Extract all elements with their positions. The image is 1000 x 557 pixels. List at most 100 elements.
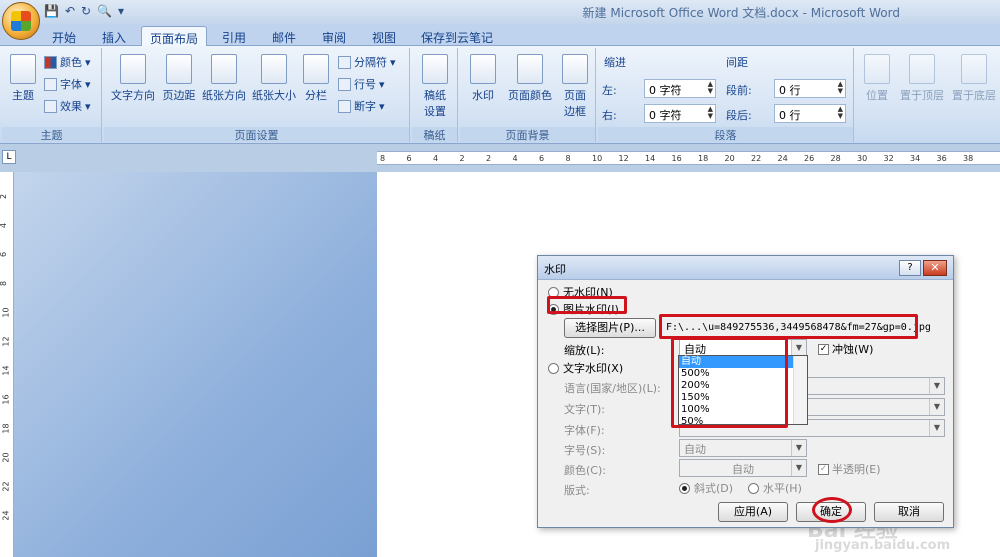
position-button[interactable]: 位置 — [860, 54, 894, 103]
washout-checkbox[interactable]: ✓ 冲蚀(W) — [818, 341, 873, 357]
bring-to-front-button[interactable]: 置于顶层 — [896, 54, 948, 103]
ruler-tick: 24 — [777, 154, 788, 163]
spinner-arrows-icon[interactable]: ▲ ▼ — [838, 106, 843, 120]
ruler-tick: 16 — [671, 154, 682, 163]
tab-insert[interactable]: 插入 — [92, 26, 136, 46]
horizontal-ruler[interactable]: 8 6 4 2 2 4 6 8 10 12 14 16 18 20 22 24 26 28 30 32 34 36 38 — [377, 151, 1000, 165]
hyphenation-icon — [338, 99, 351, 113]
text-watermark-radio[interactable]: 文字水印(X) — [548, 360, 623, 376]
page-borders-icon — [562, 54, 588, 84]
chevron-down-icon[interactable]: ▼ — [929, 420, 944, 436]
themes-icon — [10, 54, 36, 84]
chevron-down-icon[interactable]: ▼ — [791, 340, 806, 356]
group-paragraph: 缩进 左: 0 字符 ▲ ▼ 右: 0 字符 ▲ ▼ 间距 段前: 0 行 ▲ ▼ 段后: … — [598, 48, 854, 142]
chevron-down-icon[interactable]: ▼ — [791, 440, 806, 456]
baidu-watermark-url: jingyan.baidu.com — [815, 538, 951, 553]
apply-button[interactable]: 应用(A) — [718, 502, 788, 522]
ruler-tick: 2 — [486, 154, 492, 163]
columns-button[interactable]: 分栏 — [302, 54, 330, 103]
ruler-tick: 8 — [380, 154, 386, 163]
tab-mailings[interactable]: 邮件 — [262, 26, 306, 46]
size-button[interactable]: 纸张大小 — [250, 54, 298, 103]
tab-cloud-notes[interactable]: 保存到云笔记 — [412, 26, 502, 46]
breaks-button[interactable]: 分隔符 ▾ — [338, 54, 396, 70]
semitransparent-checkbox[interactable]: ✓ 半透明(E) — [818, 461, 881, 477]
horizontal-radio[interactable]: 水平(H) — [748, 480, 802, 496]
page-borders-button[interactable]: 页面 边框 — [558, 54, 592, 119]
send-to-back-icon — [961, 54, 987, 84]
color-label: 颜色(C): — [564, 464, 606, 477]
office-button[interactable] — [2, 2, 40, 40]
help-icon[interactable]: ? — [899, 260, 921, 276]
ruler-tick: 4 — [0, 223, 8, 228]
text-direction-button[interactable]: 文字方向 — [108, 54, 158, 103]
ruler-tick: 10 — [592, 154, 603, 163]
group-page-background: 水印 页面颜色 页面 边框 页面背景 — [460, 48, 596, 142]
indent-label: 缩进 — [604, 56, 626, 69]
page-color-button[interactable]: 页面颜色 — [504, 54, 556, 103]
ruler-tick: 6 — [0, 252, 8, 257]
tab-page-layout[interactable]: 页面布局 — [141, 26, 207, 46]
fonts-button[interactable]: 字体 ▾ — [44, 76, 91, 92]
ruler-tick: 30 — [857, 154, 868, 163]
color-select[interactable]: 自动 ▼ — [679, 459, 807, 477]
ruler-tick: 4 — [433, 154, 439, 163]
tab-home[interactable]: 开始 — [42, 26, 86, 46]
paper-size-icon — [261, 54, 287, 84]
font-label: 字体(F): — [564, 424, 605, 437]
qat-customize-icon[interactable]: ▾ — [118, 4, 124, 18]
indent-left-spinner[interactable]: 0 字符 ▲ ▼ — [644, 79, 716, 98]
spacing-after-spinner[interactable]: 0 行 ▲ ▼ — [774, 104, 846, 123]
spacing-before-spinner[interactable]: 0 行 ▲ ▼ — [774, 79, 846, 98]
tab-view[interactable]: 视图 — [362, 26, 406, 46]
chevron-down-icon[interactable]: ▼ — [791, 460, 806, 476]
themes-button[interactable]: 主题 — [6, 54, 40, 103]
watermark-button[interactable]: 水印 — [466, 54, 500, 103]
redo-icon[interactable]: ↻ — [81, 4, 91, 18]
group-label-themes: 主题 — [2, 127, 101, 142]
vertical-ruler[interactable]: 24681012141618202224 — [0, 172, 14, 557]
workspace-background — [14, 172, 377, 557]
manuscript-settings-button[interactable]: 稿纸 设置 — [418, 54, 452, 119]
title-bar: 新建 Microsoft Office Word 文档.docx - Micro… — [0, 0, 1000, 24]
hyphenation-button[interactable]: 断字 ▾ — [338, 98, 385, 114]
quick-access-toolbar: 💾 ↶ ↻ 🔍 ▾ — [44, 4, 124, 18]
effects-button[interactable]: 效果 ▾ — [44, 98, 91, 114]
spinner-arrows-icon[interactable]: ▲ ▼ — [708, 81, 713, 95]
chevron-down-icon[interactable]: ▼ — [929, 378, 944, 394]
office-logo-icon — [11, 11, 31, 31]
ruler-tick: 2 — [459, 154, 465, 163]
indent-right-spinner[interactable]: 0 字符 ▲ ▼ — [644, 104, 716, 123]
orientation-button[interactable]: 纸张方向 — [200, 54, 248, 103]
highlight-ok-button — [812, 497, 852, 523]
dropdown-scrollbar[interactable] — [793, 356, 807, 424]
print-preview-icon[interactable]: 🔍 — [97, 4, 112, 18]
size-select[interactable]: 自动 ▼ — [679, 439, 807, 457]
tab-references[interactable]: 引用 — [212, 26, 256, 46]
spinner-arrows-icon[interactable]: ▲ ▼ — [708, 106, 713, 120]
diagonal-radio[interactable]: 斜式(D) — [679, 480, 733, 496]
colors-button[interactable]: 颜色 ▾ — [44, 54, 91, 70]
close-icon[interactable]: ✕ — [923, 260, 947, 276]
margins-button[interactable]: 页边距 — [160, 54, 198, 103]
breaks-icon — [338, 55, 351, 69]
line-numbers-button[interactable]: 行号 ▾ — [338, 76, 385, 92]
save-icon[interactable]: 💾 — [44, 4, 59, 18]
ruler-tick: 14 — [645, 154, 656, 163]
orientation-icon — [211, 54, 237, 84]
watermark-icon — [470, 54, 496, 84]
tab-selector[interactable]: L — [2, 150, 16, 164]
group-arrange: 位置 置于顶层 置于底层 — [856, 48, 1000, 142]
chevron-down-icon[interactable]: ▼ — [929, 399, 944, 415]
select-picture-button[interactable]: 选择图片(P)... — [564, 318, 656, 338]
tab-review[interactable]: 审阅 — [312, 26, 356, 46]
spacing-before-label: 段前: — [726, 84, 752, 97]
dialog-title: 水印 — [538, 256, 953, 280]
ruler-tick: 8 — [0, 281, 8, 286]
send-to-back-button[interactable]: 置于底层 — [948, 54, 1000, 103]
cancel-button[interactable]: 取消 — [874, 502, 944, 522]
undo-icon[interactable]: ↶ — [65, 4, 75, 18]
spinner-arrows-icon[interactable]: ▲ ▼ — [838, 81, 843, 95]
ruler-tick: 12 — [1, 336, 11, 347]
highlight-picture-watermark — [547, 296, 627, 314]
